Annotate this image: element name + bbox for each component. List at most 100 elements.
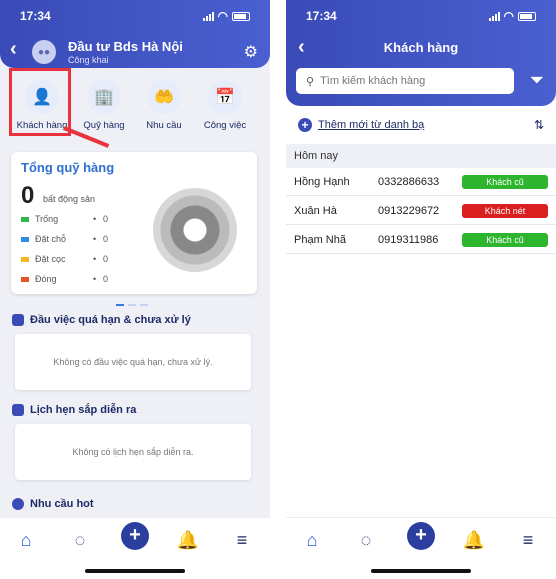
quick-action-inventory[interactable]: 🏢 Quỹ hàng bbox=[74, 80, 134, 131]
legend-item: Đóng • 0 bbox=[21, 274, 121, 286]
section-header-appointments: Lịch hẹn sắp diễn ra bbox=[12, 404, 136, 416]
date-group-header: Hôm nay bbox=[286, 144, 556, 168]
status-bar: 17:34 ◠ bbox=[286, 0, 556, 32]
legend-name: Trống bbox=[35, 214, 59, 224]
sort-icon[interactable]: ⇅ bbox=[534, 118, 544, 132]
status-time: 17:34 bbox=[306, 9, 337, 23]
home-icon[interactable]: ⌂ bbox=[300, 530, 324, 551]
legend-swatch bbox=[21, 257, 29, 262]
customer-name: Phạm Nhã bbox=[294, 234, 346, 246]
highlight-box bbox=[9, 68, 71, 136]
calendar-icon: 📅 bbox=[208, 80, 242, 114]
bell-icon[interactable]: 🔔 bbox=[176, 530, 200, 551]
bottom-tab-bar: ⌂ ◌ + 🔔 ≡ bbox=[286, 517, 556, 579]
system-icons: ◠ bbox=[202, 9, 250, 23]
building-icon: 🏢 bbox=[87, 80, 121, 114]
card-title: Tổng quỹ hàng bbox=[21, 160, 115, 175]
status-bar: 17:34 ◠ bbox=[0, 0, 270, 32]
wifi-icon: ◠ bbox=[217, 9, 228, 23]
section-header-overdue: Đầu việc quá hạn & chưa xử lý bbox=[12, 314, 191, 326]
customer-row[interactable]: Xuân Hà 0913229672 Khách nét bbox=[286, 197, 556, 225]
group-visibility: Công khai bbox=[68, 55, 109, 65]
legend-swatch bbox=[21, 277, 29, 282]
bottom-tab-bar: ⌂ ◌ + 🔔 ≡ bbox=[0, 517, 270, 579]
search-input[interactable] bbox=[320, 75, 491, 87]
hand-heart-icon: 🤲 bbox=[147, 80, 181, 114]
battery-icon bbox=[518, 11, 536, 21]
legend-value: 0 bbox=[103, 254, 109, 264]
customer-phone: 0332886633 bbox=[378, 176, 440, 188]
group-avatar: ●● bbox=[32, 40, 56, 64]
calendar-icon bbox=[12, 404, 24, 416]
search-box[interactable]: ⚲ bbox=[296, 68, 514, 94]
quick-action-label: Quỹ hàng bbox=[83, 120, 125, 131]
inventory-summary-card[interactable]: Tổng quỹ hàng 0 bất động sản Trống • 0 Đ… bbox=[11, 152, 257, 294]
system-icons: ◠ bbox=[488, 9, 536, 23]
group-header: 17:34 ◠ ‹ ●● Đầu tư Bds Hà Nội Công khai… bbox=[0, 0, 270, 68]
customers-header: 17:34 ◠ ‹ Khách hàng ⚲ ⏷ bbox=[286, 0, 556, 106]
empty-donut-chart bbox=[153, 188, 237, 272]
messenger-icon[interactable]: ◌ bbox=[354, 530, 378, 551]
add-from-contacts-link[interactable]: Thêm mới từ danh bạ bbox=[318, 119, 424, 131]
bullet-icon: • bbox=[93, 274, 97, 284]
carousel-pager bbox=[116, 304, 148, 306]
legend-item: Đặt cọc • 0 bbox=[21, 254, 121, 266]
bell-icon[interactable]: 🔔 bbox=[462, 530, 486, 551]
plus-circle-icon: + bbox=[298, 118, 312, 132]
fire-icon bbox=[12, 498, 24, 510]
home-indicator bbox=[371, 569, 471, 573]
menu-icon[interactable]: ≡ bbox=[230, 530, 254, 551]
add-button[interactable]: + bbox=[407, 522, 435, 550]
customer-name: Xuân Hà bbox=[294, 205, 337, 217]
customer-row[interactable]: Phạm Nhã 0919311986 Khách cũ bbox=[286, 226, 556, 254]
filter-icon[interactable]: ⏷ bbox=[530, 70, 544, 91]
legend-name: Đóng bbox=[35, 274, 57, 284]
legend-value: 0 bbox=[103, 234, 109, 244]
customer-status-badge: Khách nét bbox=[462, 204, 548, 218]
legend-value: 0 bbox=[103, 214, 109, 224]
property-count: 0 bbox=[21, 182, 35, 209]
status-time: 17:34 bbox=[20, 9, 51, 23]
wifi-icon: ◠ bbox=[503, 9, 514, 23]
customer-status-badge: Khách cũ bbox=[462, 175, 548, 189]
legend-swatch bbox=[21, 237, 29, 242]
search-icon: ⚲ bbox=[306, 75, 315, 88]
back-arrow-icon[interactable]: ‹ bbox=[10, 38, 17, 61]
right-screen: 17:34 ◠ ‹ Khách hàng ⚲ ⏷ + Thêm mới từ d… bbox=[286, 0, 556, 579]
messenger-icon[interactable]: ◌ bbox=[68, 530, 92, 551]
customer-phone: 0913229672 bbox=[378, 205, 440, 217]
legend-swatch bbox=[21, 217, 29, 222]
signal-icon bbox=[202, 11, 214, 21]
customer-status-badge: Khách cũ bbox=[462, 233, 548, 247]
section-title: Đầu việc quá hạn & chưa xử lý bbox=[30, 314, 191, 326]
bullet-icon: • bbox=[93, 234, 97, 244]
legend-name: Đặt cọc bbox=[35, 254, 66, 264]
section-title: Lịch hẹn sắp diễn ra bbox=[30, 404, 137, 416]
quick-action-demand[interactable]: 🤲 Nhu cầu bbox=[134, 80, 194, 131]
customer-row[interactable]: Hồng Hạnh 0332886633 Khách cũ bbox=[286, 168, 556, 196]
page-title: Khách hàng bbox=[383, 40, 459, 55]
gear-icon[interactable]: ⚙ bbox=[244, 42, 258, 62]
battery-icon bbox=[232, 11, 250, 21]
signal-icon bbox=[488, 11, 500, 21]
customer-phone: 0919311986 bbox=[378, 234, 439, 246]
empty-state: Không có đầu việc quá hạn, chưa xử lý. bbox=[15, 334, 251, 390]
section-title: Nhu cầu hot bbox=[30, 498, 94, 510]
legend-item: Đặt chỗ • 0 bbox=[21, 234, 121, 246]
legend-name: Đặt chỗ bbox=[35, 234, 67, 244]
section-header-hot: Nhu cầu hot bbox=[12, 498, 94, 510]
quick-action-tasks[interactable]: 📅 Công việc bbox=[195, 80, 255, 131]
empty-state: Không có lịch hẹn sắp diễn ra. bbox=[15, 424, 251, 480]
add-from-contacts[interactable]: + Thêm mới từ danh bạ ⇅ bbox=[298, 118, 544, 134]
home-task-icon bbox=[12, 314, 24, 326]
menu-icon[interactable]: ≡ bbox=[516, 530, 540, 551]
left-screen: 17:34 ◠ ‹ ●● Đầu tư Bds Hà Nội Công khai… bbox=[0, 0, 270, 579]
group-title: Đầu tư Bds Hà Nội bbox=[68, 39, 183, 54]
home-icon[interactable]: ⌂ bbox=[14, 530, 38, 551]
property-count-label: bất động sản bbox=[43, 194, 96, 204]
add-button[interactable]: + bbox=[121, 522, 149, 550]
bullet-icon: • bbox=[93, 254, 97, 264]
bullet-icon: • bbox=[93, 214, 97, 224]
legend-item: Trống • 0 bbox=[21, 214, 121, 226]
home-indicator bbox=[85, 569, 185, 573]
